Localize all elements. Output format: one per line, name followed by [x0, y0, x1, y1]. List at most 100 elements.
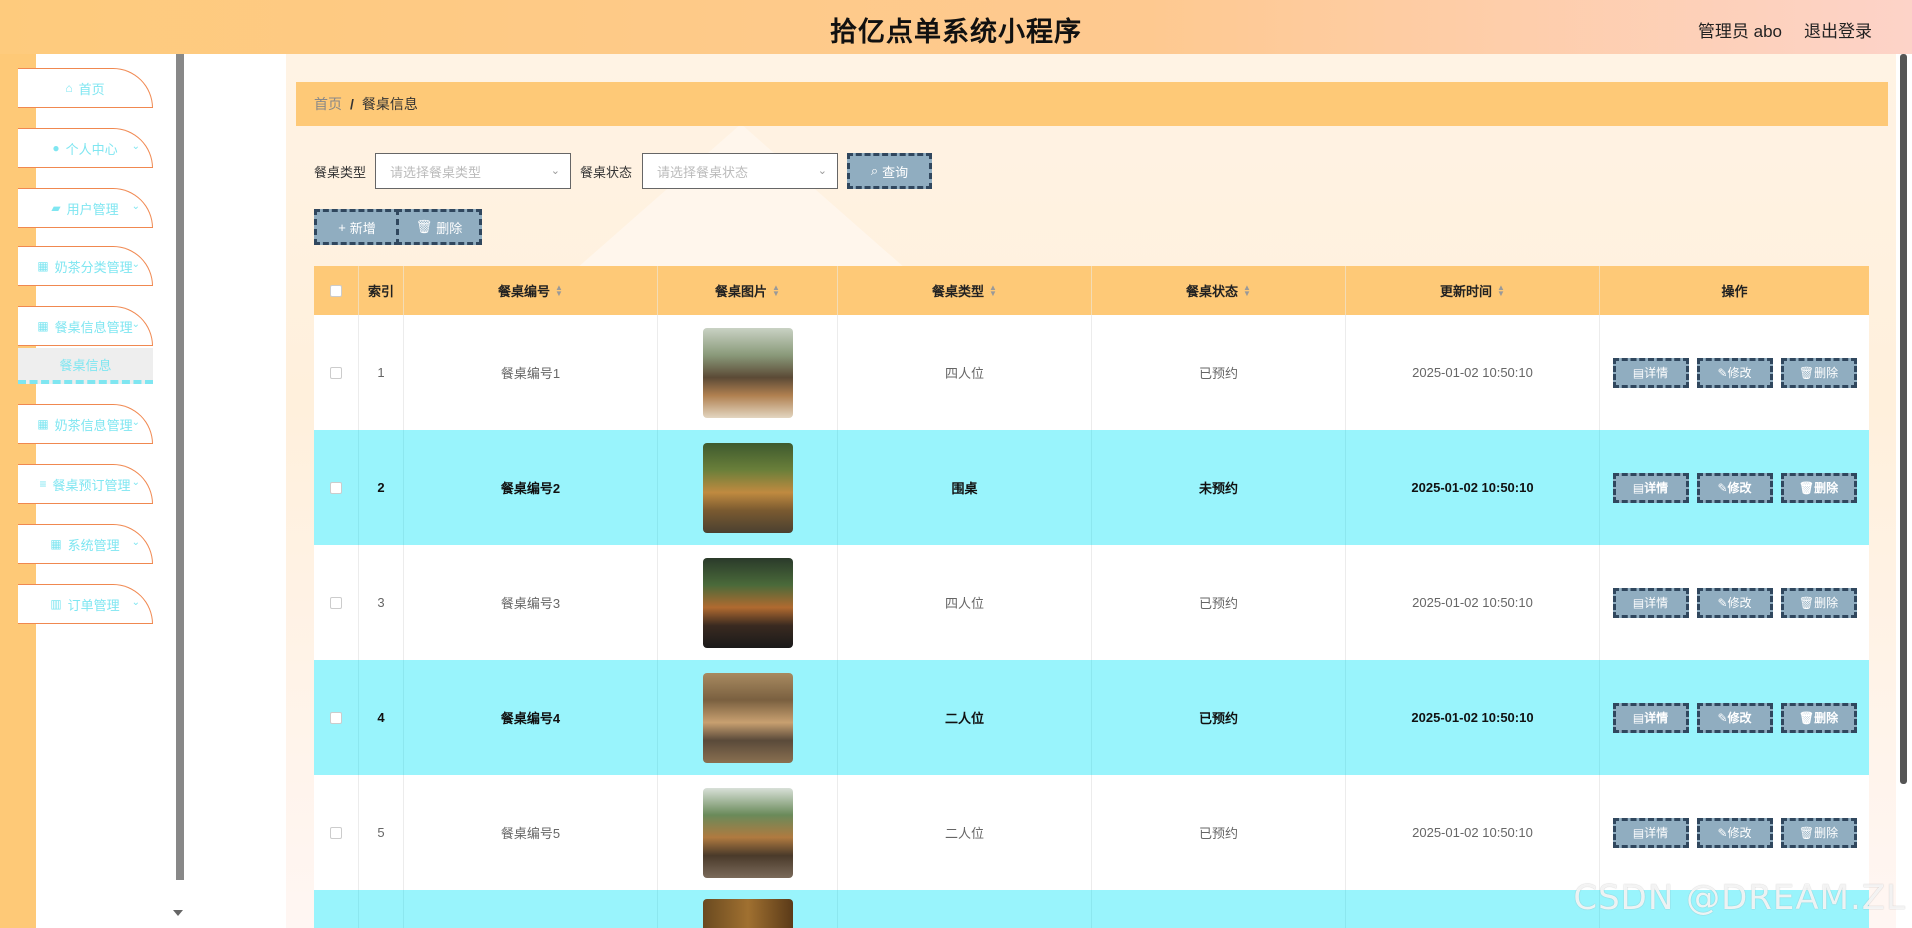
header-label: 餐桌状态	[1186, 284, 1239, 299]
chevron-down-icon: ⌄	[131, 141, 140, 152]
chevron-down-icon: ⌄	[131, 477, 140, 488]
status-cell: 已预约	[1092, 315, 1346, 430]
sidebar-item-user-management[interactable]: ▰ 用户管理 ⌄	[18, 188, 153, 228]
type-cell: 四人位	[838, 545, 1092, 660]
row-select-cell	[314, 430, 359, 545]
sidebar-item-label: 餐桌预订管理	[52, 477, 131, 493]
table-photo[interactable]	[702, 787, 793, 878]
sidebar-item-home[interactable]: ⌂ 首页	[18, 68, 153, 108]
table-photo[interactable]	[702, 899, 793, 928]
select-all-checkbox[interactable]	[330, 284, 342, 297]
status-cell	[1092, 890, 1346, 928]
row-checkbox[interactable]	[330, 481, 342, 494]
row-checkbox[interactable]	[330, 826, 342, 839]
trash-icon: 🗑	[1798, 365, 1815, 380]
column-header-status[interactable]: 餐桌状态 ▲ ▼	[1092, 266, 1346, 315]
table-row: 4 餐桌编号4 二人位 已预约 2025-01-02 10:50:10 ▤ 详情 …	[314, 660, 1869, 775]
header-label: 餐桌编号	[498, 284, 551, 299]
edit-button[interactable]: ✎ 修改	[1696, 817, 1773, 848]
delete-button[interactable]: 🗑 删除	[1780, 357, 1857, 388]
delete-button[interactable]: 🗑 删除	[1780, 587, 1857, 618]
detail-button[interactable]: ▤ 详情	[1612, 817, 1689, 848]
sidebar-item-label: 个人中心	[65, 141, 118, 157]
table-photo[interactable]	[702, 327, 793, 418]
column-header-updated[interactable]: 更新时间 ▲ ▼	[1346, 266, 1600, 315]
table-type-select[interactable]: 请选择餐桌类型 ⌄	[375, 153, 571, 189]
home-icon: ⌂	[65, 81, 73, 95]
image-cell	[658, 890, 838, 928]
edit-button[interactable]: ✎ 修改	[1696, 587, 1773, 618]
table-photo[interactable]	[702, 557, 793, 648]
chevron-down-icon: ⌄	[550, 165, 560, 177]
detail-label: 详情	[1644, 481, 1669, 495]
detail-label: 详情	[1644, 826, 1669, 840]
pencil-icon: ✎	[1717, 365, 1728, 380]
image-cell	[658, 660, 838, 775]
index-cell	[359, 890, 404, 928]
sort-icon[interactable]: ▲ ▼	[989, 283, 997, 297]
batch-delete-button[interactable]: 🗑 删除	[396, 209, 482, 245]
sort-icon[interactable]: ▲ ▼	[772, 283, 780, 297]
sidebar-item-orders[interactable]: ▥ 订单管理 ⌄	[18, 584, 153, 624]
search-button[interactable]: ⌕ 查询	[847, 153, 932, 189]
actions-cell: ▤ 详情 ✎ 修改 🗑 删除	[1600, 315, 1869, 430]
edit-button[interactable]: ✎ 修改	[1696, 357, 1773, 388]
sidebar-item-system[interactable]: ▦ 系统管理 ⌄	[18, 524, 153, 564]
header-label: 操作	[1721, 284, 1748, 299]
edit-button[interactable]: ✎ 修改	[1696, 702, 1773, 733]
detail-label: 详情	[1644, 711, 1669, 725]
submenu-table-info[interactable]: 餐桌信息	[18, 348, 153, 384]
image-cell	[658, 545, 838, 660]
delete-button[interactable]: 🗑 删除	[1780, 472, 1857, 503]
header-label: 餐桌类型	[932, 284, 985, 299]
sidebar-item-label: 用户管理	[66, 201, 119, 217]
trash-icon: ▥	[50, 597, 62, 611]
add-button[interactable]: + 新增	[314, 209, 400, 245]
sort-icon[interactable]: ▲ ▼	[1243, 283, 1251, 297]
edit-button[interactable]: ✎ 修改	[1696, 472, 1773, 503]
table-photo[interactable]	[702, 442, 793, 533]
row-select-cell	[314, 775, 359, 890]
table-row: 2 餐桌编号2 围桌 未预约 2025-01-02 10:50:10 ▤ 详情 ✎…	[314, 430, 1869, 545]
chevron-down-icon: ⌄	[817, 165, 827, 177]
sidebar-item-table-info[interactable]: ▦ 餐桌信息管理 ⌄	[18, 306, 153, 346]
number-cell: 餐桌编号1	[404, 315, 658, 430]
index-cell: 2	[359, 430, 404, 545]
sidebar-item-tea-info[interactable]: ▦ 奶茶信息管理 ⌄	[18, 404, 153, 444]
type-cell: 二人位	[838, 775, 1092, 890]
plus-icon: +	[338, 219, 346, 235]
breadcrumb-current: 餐桌信息	[361, 96, 418, 112]
detail-button[interactable]: ▤ 详情	[1612, 587, 1689, 618]
image-cell	[658, 430, 838, 545]
column-header-image[interactable]: 餐桌图片 ▲ ▼	[658, 266, 838, 315]
table-photo[interactable]	[702, 672, 793, 763]
sidebar-item-table-booking[interactable]: ≡ 餐桌预订管理 ⌄	[18, 464, 153, 504]
row-checkbox[interactable]	[330, 711, 342, 724]
sidebar-scroll-down-icon[interactable]	[173, 910, 183, 916]
detail-button[interactable]: ▤ 详情	[1612, 702, 1689, 733]
number-cell: 餐桌编号2	[404, 430, 658, 545]
row-checkbox[interactable]	[330, 596, 342, 609]
table-status-select[interactable]: 请选择餐桌状态 ⌄	[642, 153, 838, 189]
column-header-type[interactable]: 餐桌类型 ▲ ▼	[838, 266, 1092, 315]
column-header-number[interactable]: 餐桌编号 ▲ ▼	[404, 266, 658, 315]
sidebar-item-tea-category[interactable]: ▦ 奶茶分类管理 ⌄	[18, 246, 153, 286]
edit-label: 修改	[1727, 596, 1752, 610]
sidebar-item-personal-center[interactable]: ● 个人中心 ⌄	[18, 128, 153, 168]
edit-label: 修改	[1727, 366, 1752, 380]
detail-button[interactable]: ▤ 详情	[1612, 472, 1689, 503]
main-scrollbar[interactable]	[1900, 54, 1907, 784]
table-header: 索引 餐桌编号 ▲ ▼ 餐桌图片 ▲ ▼ 餐桌类型 ▲ ▼ 餐桌状态 ▲ ▼ 更新时间 ▲ ▼ 操作	[314, 266, 1869, 315]
sidebar-item-label: 系统管理	[67, 537, 120, 553]
logout-link[interactable]: 退出登录	[1804, 17, 1872, 42]
sort-icon[interactable]: ▲ ▼	[1497, 283, 1505, 297]
sort-icon[interactable]: ▲ ▼	[555, 283, 563, 297]
delete-button[interactable]: 🗑 删除	[1780, 702, 1857, 733]
breadcrumb-home[interactable]: 首页	[314, 94, 342, 114]
sidebar-scrollbar[interactable]	[176, 54, 184, 880]
row-checkbox[interactable]	[330, 366, 342, 379]
add-button-label: 新增	[349, 220, 376, 236]
delete-button[interactable]: 🗑 删除	[1780, 817, 1857, 848]
detail-button[interactable]: ▤ 详情	[1612, 357, 1689, 388]
delete-label: 删除	[1814, 481, 1839, 495]
